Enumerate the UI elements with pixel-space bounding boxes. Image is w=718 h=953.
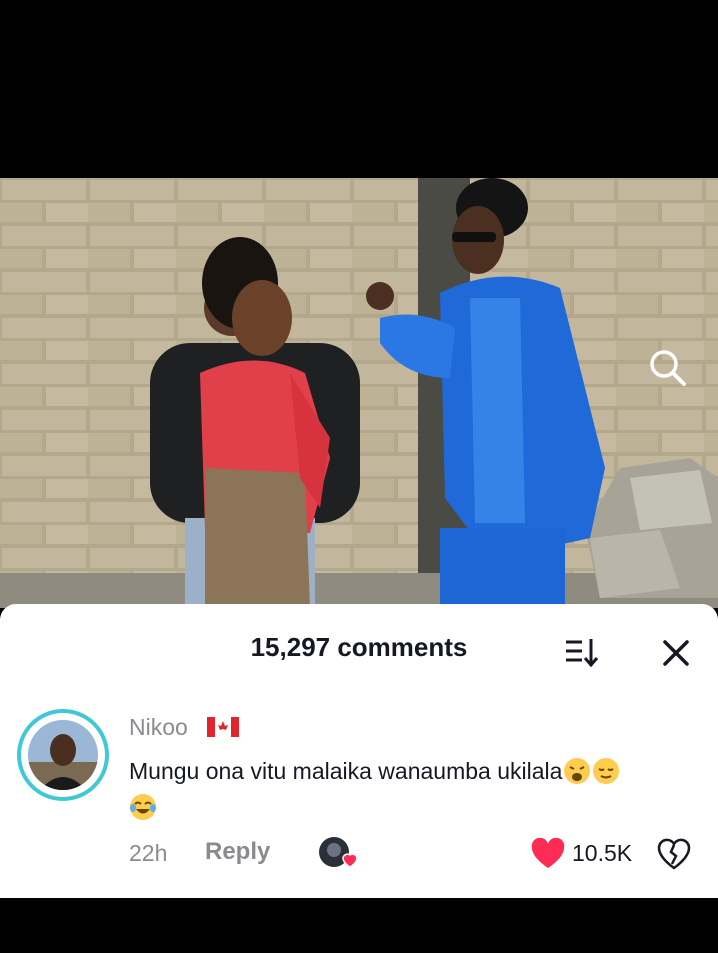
broken-heart-icon[interactable] bbox=[656, 836, 692, 872]
comment-time: 22h bbox=[129, 840, 168, 866]
comments-count-title: 15,297 comments bbox=[250, 632, 468, 662]
avatar-image bbox=[28, 720, 98, 790]
comment-body: Mungu ona vitu malaika wanaumba ukilala bbox=[129, 758, 563, 784]
comment-text: Mungu ona vitu malaika wanaumba ukilala bbox=[129, 753, 689, 825]
reply-button[interactable]: Reply bbox=[205, 838, 270, 866]
comment-username[interactable]: Nikoo bbox=[129, 714, 188, 741]
weary-face-emoji-icon bbox=[563, 757, 591, 785]
video-frame[interactable] bbox=[0, 178, 718, 608]
creator-liked-badge-icon bbox=[318, 834, 360, 874]
video-scene bbox=[0, 178, 718, 608]
tears-of-joy-emoji-icon bbox=[129, 793, 157, 821]
search-icon[interactable] bbox=[644, 350, 692, 390]
relieved-face-emoji-icon bbox=[592, 757, 620, 785]
comments-sheet: 15,297 comments Nikoo Mungu ona vitu mal… bbox=[0, 604, 718, 898]
close-icon[interactable] bbox=[656, 636, 696, 672]
like-count: 10.5K bbox=[572, 840, 633, 866]
user-avatar[interactable] bbox=[17, 709, 109, 801]
heart-icon[interactable] bbox=[530, 837, 566, 870]
canada-flag-icon bbox=[207, 717, 239, 737]
sort-comments-icon[interactable] bbox=[562, 634, 602, 670]
